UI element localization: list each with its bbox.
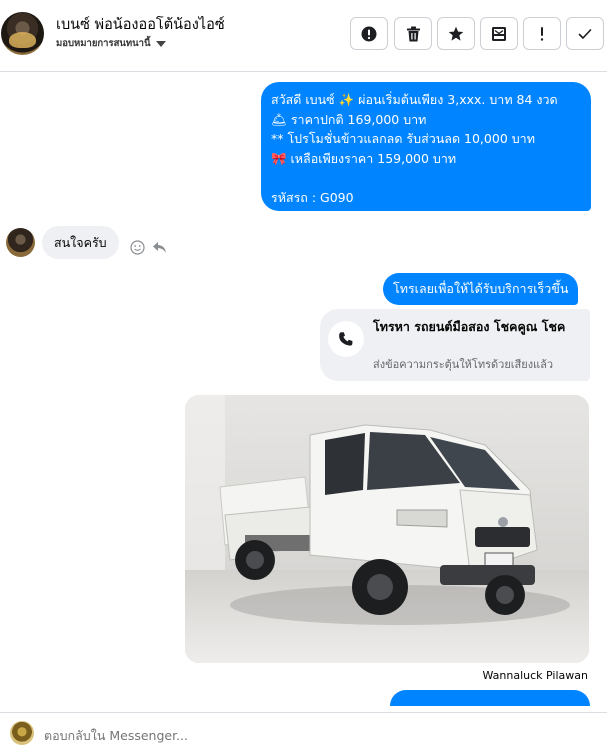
alert-circle-icon [361,26,377,41]
call-card-title: โทรหา รถยนต์มือสอง โชคคูณ โชค [373,319,566,334]
phone-icon [328,321,364,357]
star-button[interactable] [437,17,475,50]
exclamation-icon [540,26,544,41]
assign-label: มอบหมายการสนทนานี้ [56,38,151,49]
archive-box-icon [492,26,506,41]
outgoing-message-promo[interactable]: สวัสดี เบนซ์ ✨ ผ่อนเริ่มต้นเพียง 3,xxx. … [261,82,591,211]
check-icon [578,28,592,39]
smiley-react-icon[interactable] [129,239,145,255]
reply-input[interactable] [44,728,344,743]
contact-avatar-small [6,228,35,257]
report-spam-button[interactable] [350,17,388,50]
reply-composer [0,712,607,745]
incoming-message[interactable]: สนใจครับ [42,226,119,259]
conversation-header: เบนซ์ พ่อน้องออโต้น้องไอซ์ มอบหมายการสนท… [0,0,607,72]
outgoing-message-partial[interactable] [390,690,590,706]
contact-name[interactable]: เบนซ์ พ่อน้องออโต้น้องไอซ์ [56,13,225,36]
star-icon [448,26,464,41]
promo-line-price: 🛎 ราคาปกติ 169,000 บาท [271,111,427,127]
archive-button[interactable] [480,17,518,50]
follow-up-button[interactable] [523,17,561,50]
page-avatar [10,721,34,745]
call-card-subtitle: ส่งข้อความกระตุ้นให้โทรด้วยเสียงแล้ว [373,358,554,371]
vehicle-photo[interactable] [185,395,589,663]
promo-line-greeting: สวัสดี เบนซ์ ✨ ผ่อนเริ่มต้นเพียง 3,xxx. … [271,92,558,107]
photo-sender-caption: Wannaluck Pilawan [482,669,589,682]
outgoing-message-call-prompt[interactable]: โทรเลยเพื่อให้ได้รับบริการเร็วขึ้น [383,273,579,305]
mark-done-button[interactable] [566,17,604,50]
trash-icon [406,26,420,41]
assign-conversation-dropdown[interactable]: มอบหมายการสนทนานี้ [56,36,166,51]
promo-line-final-price: 🎀 เหลือเพียงราคา 159,000 บาท [271,150,457,166]
contact-avatar[interactable] [1,12,44,55]
caret-down-icon [155,40,166,47]
reply-arrow-icon[interactable] [151,239,167,255]
delete-button[interactable] [394,17,432,50]
promo-line-discount: ** โปรโมชั่นข้าวแลกลด รับส่วนลด 10,000 บ… [271,131,535,146]
promo-line-car-code: รหัสรถ : G090 [271,189,354,205]
